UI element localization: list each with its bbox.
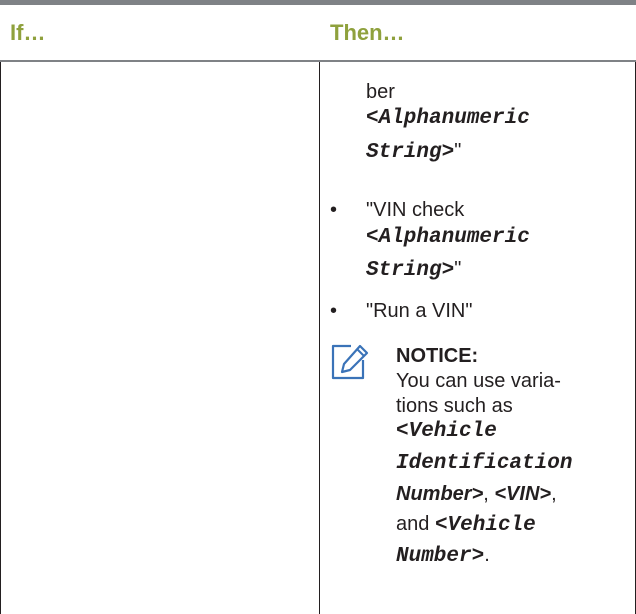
notice-sep-2: , bbox=[551, 483, 557, 505]
header-if: If… bbox=[10, 19, 46, 45]
continuation-string-1: <Alphanumeric bbox=[366, 107, 530, 130]
bullet-marker: • bbox=[330, 199, 338, 221]
then-cell: ber <Alphanumeric String>" • "VIN check … bbox=[320, 62, 635, 614]
bullet-quote: " bbox=[454, 258, 462, 280]
notice-variation-1c: Number> bbox=[396, 483, 484, 505]
bullet-text: "VIN check bbox=[366, 199, 465, 221]
bullet-marker: • bbox=[330, 300, 338, 322]
bullet-string-row: String>" bbox=[366, 257, 461, 283]
notice-sep-1: , bbox=[483, 483, 489, 505]
notice-variation-row: Number>, <VIN>, bbox=[396, 482, 557, 506]
notice-variation-3b: Number> bbox=[396, 545, 485, 568]
table-left-border bbox=[0, 62, 1, 614]
notice-end: . bbox=[484, 544, 490, 566]
continuation-text: ber bbox=[366, 81, 395, 103]
notice-title: NOTICE: bbox=[396, 345, 479, 367]
notice-line-1: You can use varia- bbox=[396, 370, 561, 392]
notice-variation-3a: <Vehicle bbox=[434, 514, 536, 537]
notice-variation-1b: Identification bbox=[396, 452, 573, 475]
header-then: Then… bbox=[330, 19, 405, 45]
note-pencil-icon bbox=[331, 344, 369, 380]
if-then-table: If… Then… ber <Alphanumeric String>" • "… bbox=[0, 0, 636, 614]
bullet-string-1: <Alphanumeric bbox=[366, 226, 530, 249]
table-header: If… Then… bbox=[0, 5, 636, 60]
continuation-quote: " bbox=[454, 140, 462, 162]
notice-variation-row-4: Number>. bbox=[396, 543, 490, 569]
continuation-string-2: String> bbox=[366, 141, 455, 164]
bullet-text: "Run a VIN" bbox=[366, 300, 473, 322]
notice-variation-1a: <Vehicle bbox=[396, 420, 497, 443]
notice-variation-row-3: and <Vehicle bbox=[396, 512, 536, 538]
bullet-string-2: String> bbox=[366, 259, 455, 282]
notice-and: and bbox=[396, 513, 430, 535]
notice-line-2: tions such as bbox=[396, 395, 513, 417]
continuation-string-row: String>" bbox=[366, 139, 461, 165]
notice-variation-2: <VIN> bbox=[494, 483, 552, 505]
